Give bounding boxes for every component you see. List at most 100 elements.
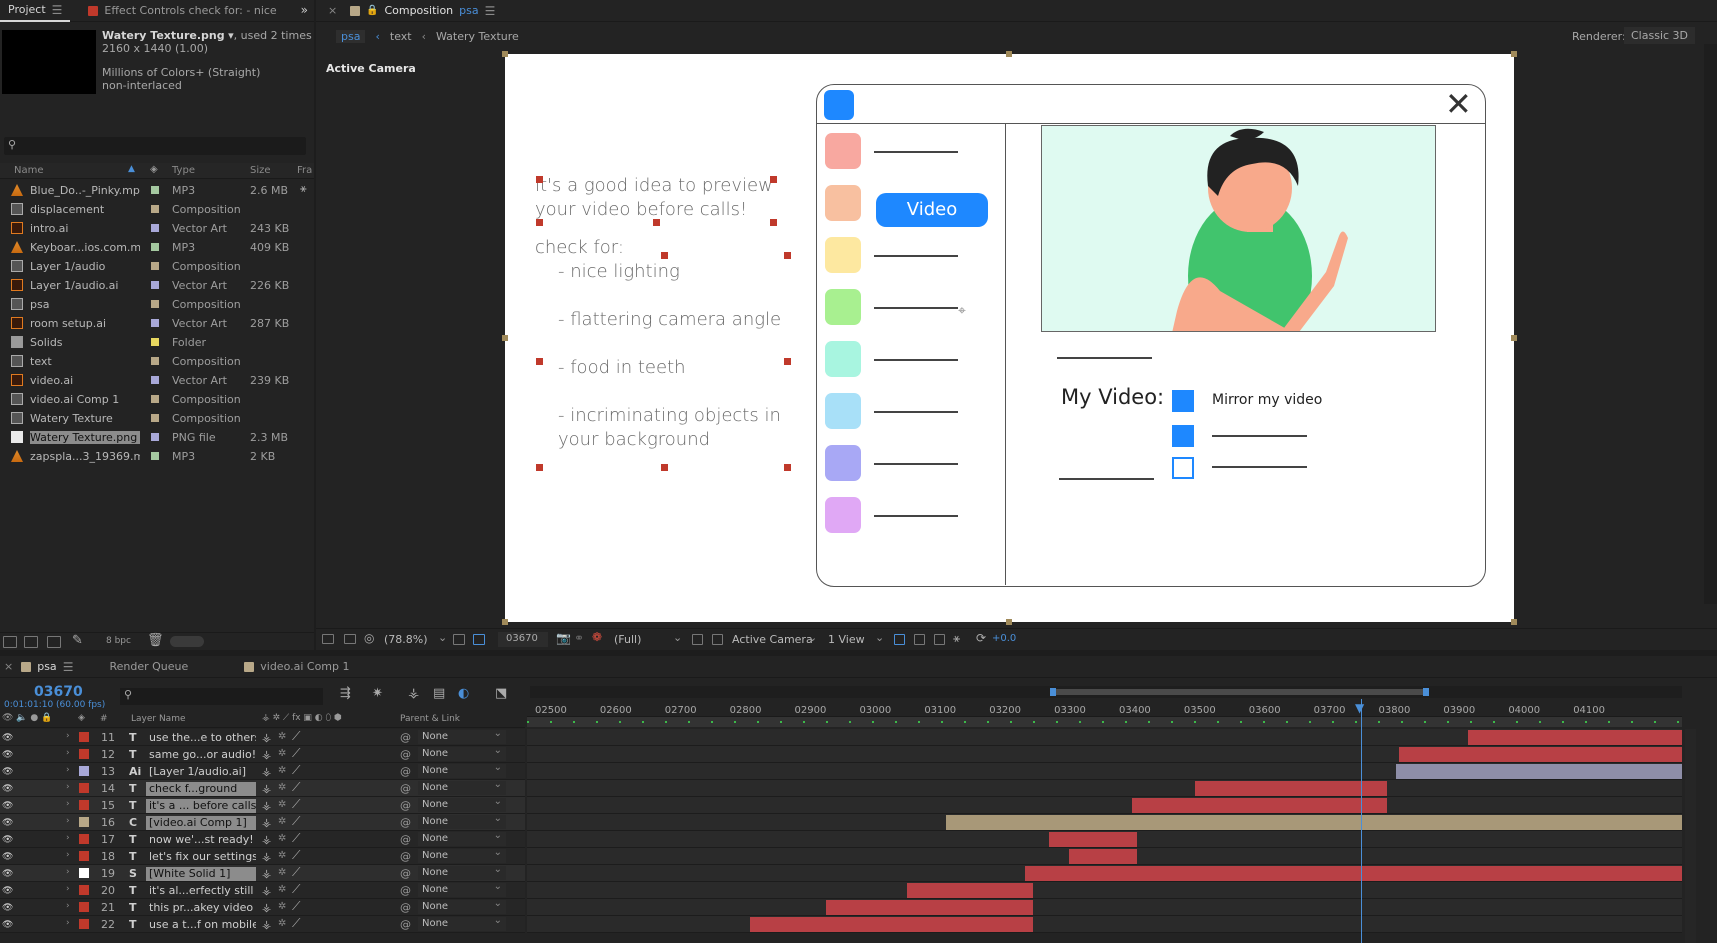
- fit-icon[interactable]: [453, 634, 465, 645]
- selection-handle[interactable]: [536, 358, 543, 365]
- project-item[interactable]: text Composition: [0, 352, 290, 371]
- canvas-handle[interactable]: [502, 335, 508, 341]
- timeline-scrollbar[interactable]: [1685, 729, 1696, 943]
- project-item[interactable]: Watery Texture Composition: [0, 409, 290, 428]
- selection-handle[interactable]: [653, 219, 660, 226]
- always-preview-icon[interactable]: [322, 634, 334, 644]
- project-item[interactable]: Layer 1/audio.ai Vector Art 226 KB: [0, 276, 290, 295]
- psa-text-block[interactable]: it's a good idea to preview your video b…: [535, 174, 785, 452]
- work-area-end-handle[interactable]: [1423, 688, 1429, 696]
- selection-handle[interactable]: [536, 464, 543, 471]
- project-item[interactable]: displacement Composition: [0, 200, 290, 219]
- interpret-footage-icon[interactable]: [3, 636, 17, 648]
- renderer-dropdown[interactable]: Classic 3D: [1624, 27, 1696, 44]
- layer-duration-bar[interactable]: [1049, 832, 1137, 847]
- reset-exposure-icon[interactable]: ⟳: [976, 631, 986, 645]
- camera-snapshot-icon[interactable]: 📷: [556, 631, 571, 645]
- canvas-handle[interactable]: [1006, 619, 1012, 625]
- project-item[interactable]: room setup.ai Vector Art 287 KB: [0, 314, 290, 333]
- project-item[interactable]: Keyboar...ios.com.mp3 MP3 409 KB: [0, 238, 290, 257]
- time-ruler[interactable]: 02500 02600 02700 02800 02900 03000 03100 03200…: [527, 699, 1682, 717]
- label-color-swatch[interactable]: [151, 452, 159, 460]
- region-of-interest-icon[interactable]: [692, 634, 703, 645]
- composition-mini-flowchart-icon[interactable]: ⇶: [340, 686, 351, 701]
- hamburger-menu-icon[interactable]: ☰: [485, 4, 496, 18]
- selection-handle[interactable]: [770, 219, 777, 226]
- time-navigator[interactable]: [530, 686, 1682, 698]
- layer-duration-bar[interactable]: [1399, 747, 1682, 762]
- selection-handle[interactable]: [784, 464, 791, 471]
- layer-duration-bar[interactable]: [826, 900, 1033, 915]
- camera-view-dropdown[interactable]: Active Camera: [732, 633, 813, 646]
- label-color-swatch[interactable]: [151, 319, 159, 327]
- project-item[interactable]: video.ai Vector Art 239 KB: [0, 371, 290, 390]
- color-channels-icon[interactable]: ❁: [592, 630, 602, 644]
- tab-render-queue[interactable]: Render Queue: [101, 656, 196, 678]
- label-color-swatch[interactable]: [151, 414, 159, 422]
- tab-timeline-psa[interactable]: psa ☰: [13, 656, 81, 678]
- label-color-swatch[interactable]: [151, 433, 159, 441]
- new-folder-icon[interactable]: [24, 636, 38, 648]
- label-color-swatch[interactable]: [151, 376, 159, 384]
- layer-duration-bar[interactable]: [749, 917, 1033, 932]
- column-frame[interactable]: Fra: [297, 165, 312, 176]
- label-color-swatch[interactable]: [151, 224, 159, 232]
- selection-handle[interactable]: [770, 176, 777, 183]
- canvas-handle[interactable]: [1006, 51, 1012, 57]
- tab-effect-controls[interactable]: Effect Controls check for: - nice: [70, 0, 284, 22]
- motion-blur-icon[interactable]: ◐: [458, 686, 469, 701]
- timecode-field[interactable]: 03670: [498, 632, 548, 647]
- project-item[interactable]: Blue_Do..-_Pinky.mp3 MP3 2.6 MB ⚹: [0, 181, 307, 200]
- shy-layers-icon[interactable]: ⚶: [408, 686, 419, 701]
- chevron-down-icon[interactable]: ⌄: [808, 631, 817, 644]
- label-color-swatch[interactable]: [151, 262, 159, 270]
- selection-handle[interactable]: [536, 219, 543, 226]
- thumbnail-slider[interactable]: [170, 636, 204, 647]
- selection-handle[interactable]: [784, 358, 791, 365]
- bpc-indicator[interactable]: 8 bpc: [106, 636, 131, 646]
- work-area-bar[interactable]: [1054, 689, 1427, 695]
- layer-duration-bar[interactable]: [1395, 764, 1682, 779]
- label-color-swatch[interactable]: [151, 338, 159, 346]
- breadcrumb-text[interactable]: text: [390, 30, 412, 43]
- vr-glasses-icon[interactable]: ◎: [364, 631, 374, 645]
- column-type[interactable]: Type: [172, 165, 195, 176]
- layer-search-input[interactable]: ⚲: [120, 688, 323, 705]
- current-time-indicator[interactable]: [1361, 699, 1362, 943]
- tab-project[interactable]: Project ☰: [0, 0, 71, 22]
- canvas-handle[interactable]: [502, 619, 508, 625]
- new-composition-icon[interactable]: [47, 636, 61, 648]
- resolution-dropdown[interactable]: (Full): [614, 633, 641, 646]
- layer-duration-bar[interactable]: [906, 883, 1033, 898]
- graph-editor-icon[interactable]: ⬔: [495, 686, 507, 701]
- canvas-handle[interactable]: [1511, 51, 1517, 57]
- layer-duration-bar[interactable]: [946, 815, 1682, 830]
- anchor-point-icon[interactable]: ⌖: [958, 303, 966, 319]
- draft-3d-icon[interactable]: ✷: [372, 686, 383, 701]
- flowchart-icon[interactable]: ⚹: [300, 182, 307, 196]
- project-item[interactable]: video.ai Comp 1 Composition: [0, 390, 290, 409]
- selection-handle[interactable]: [661, 464, 668, 471]
- monitor-icon[interactable]: [344, 634, 356, 644]
- close-tab-icon[interactable]: ×: [328, 4, 337, 17]
- panel-overflow-icon[interactable]: »: [301, 3, 308, 17]
- column-name[interactable]: Name: [14, 165, 44, 176]
- canvas-handle[interactable]: [1511, 619, 1517, 625]
- chevron-down-icon[interactable]: ⌄: [875, 631, 884, 644]
- transparency-grid-icon[interactable]: [712, 634, 723, 645]
- show-snapshot-icon[interactable]: ⚭: [574, 631, 584, 645]
- chevron-down-icon[interactable]: ⌄: [438, 631, 447, 644]
- layer-duration-bar[interactable]: [1194, 781, 1388, 796]
- selection-handle[interactable]: [784, 252, 791, 259]
- selection-handle[interactable]: [536, 176, 543, 183]
- layer-duration-bar[interactable]: [1068, 849, 1137, 864]
- label-color-swatch[interactable]: [151, 243, 159, 251]
- breadcrumb-watery-texture[interactable]: Watery Texture: [436, 30, 519, 43]
- project-item[interactable]: Layer 1/audio Composition: [0, 257, 290, 276]
- timeline-icon[interactable]: [934, 634, 945, 645]
- composition-canvas[interactable]: it's a good idea to preview your video b…: [505, 54, 1514, 622]
- layer-duration-bar[interactable]: [1132, 798, 1388, 813]
- lock-icon[interactable]: 🔒: [366, 5, 378, 16]
- work-area-start-handle[interactable]: [1050, 688, 1056, 696]
- label-color-swatch[interactable]: [151, 205, 159, 213]
